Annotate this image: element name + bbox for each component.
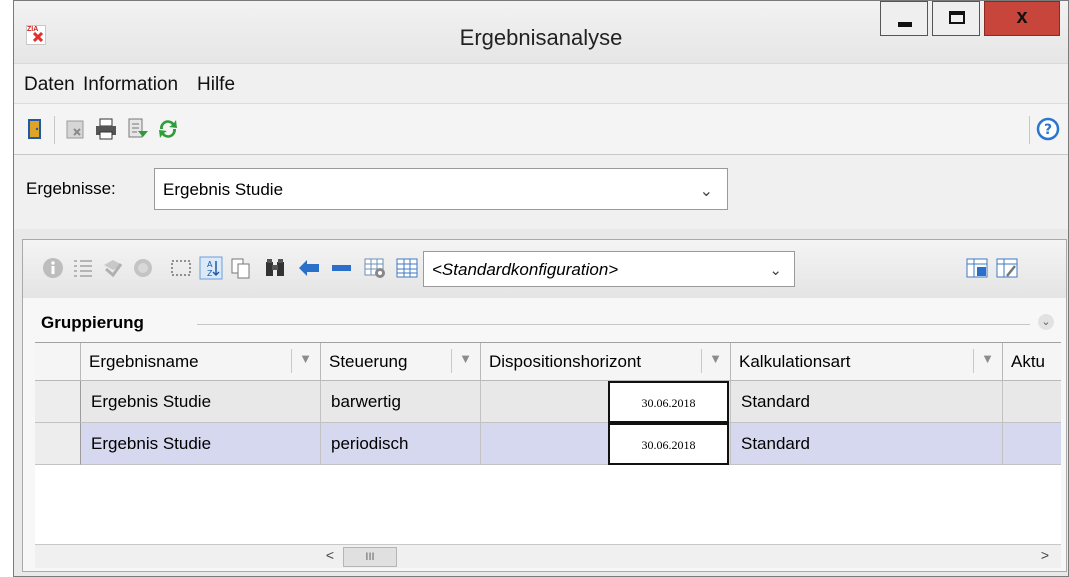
cell-kalkulationsart[interactable]: Standard <box>731 381 1003 423</box>
svg-text:Z: Z <box>207 269 213 278</box>
cell-dispositionshorizont[interactable]: 30.06.2018 <box>481 381 731 423</box>
cell-ergebnisname[interactable]: Ergebnis Studie <box>81 381 321 423</box>
main-toolbar: ? <box>14 103 1068 155</box>
binoculars-icon[interactable] <box>263 256 287 280</box>
table-empty-area <box>35 465 1061 545</box>
result-panel: AZ <Standardkonfiguration> ⌄ Gruppierung… <box>22 239 1067 572</box>
column-divider <box>291 349 292 373</box>
select-icon[interactable] <box>101 256 125 280</box>
svg-text:A: A <box>207 260 213 269</box>
cell-text: Standard <box>741 434 810 453</box>
ergebnisse-label: Ergebnisse: <box>26 179 116 198</box>
filter-row: Ergebnisse: Ergebnis Studie ⌄ <box>14 155 1068 229</box>
close-icon: x <box>1016 6 1028 28</box>
toolbar-separator <box>54 116 55 144</box>
close-button[interactable]: x <box>984 1 1060 36</box>
menu-hilfe[interactable]: Hilfe <box>197 74 235 96</box>
column-header-label: Aktu <box>1011 352 1046 371</box>
help-icon[interactable]: ? <box>1036 117 1060 141</box>
menu-bar: Daten Information Hilfe <box>14 63 1068 103</box>
cell-aktu[interactable] <box>1003 423 1061 465</box>
chevron-down-icon: ⌄ <box>699 183 713 200</box>
column-header-label: Steuerung <box>329 352 408 371</box>
date-value: 30.06.2018 <box>608 423 729 465</box>
configuration-select[interactable]: <Standardkonfiguration> ⌄ <box>423 251 795 287</box>
save-config-icon[interactable] <box>965 256 989 280</box>
column-header-ergebnisname[interactable]: Ergebnisname ▼ <box>81 343 321 381</box>
collapse-icon[interactable] <box>329 256 353 280</box>
cell-steuerung[interactable]: periodisch <box>321 423 481 465</box>
export-icon[interactable] <box>126 117 150 141</box>
maximize-button[interactable] <box>932 1 980 36</box>
ergebnisse-selected-value: Ergebnis Studie <box>163 180 284 199</box>
chevron-down-icon: ⌄ <box>769 262 782 279</box>
column-header-steuerung[interactable]: Steuerung ▼ <box>321 343 481 381</box>
scroll-thumb[interactable]: III <box>343 547 397 567</box>
column-header-dispositionshorizont[interactable]: Dispositionshorizont ▼ <box>481 343 731 381</box>
grouping-label: Gruppierung <box>41 313 144 332</box>
print-icon[interactable] <box>94 117 118 141</box>
configuration-selected-value: <Standardkonfiguration> <box>432 260 619 279</box>
cell-aktu[interactable] <box>1003 381 1061 423</box>
scroll-left-icon[interactable]: < <box>319 547 341 567</box>
dotted-selection-icon[interactable] <box>169 256 193 280</box>
column-divider <box>973 349 974 373</box>
column-header-aktu[interactable]: Aktu <box>1003 343 1061 381</box>
column-header-label: Dispositionshorizont <box>489 352 642 371</box>
cell-dispositionshorizont[interactable]: 30.06.2018 <box>481 423 731 465</box>
cell-kalkulationsart[interactable]: Standard <box>731 423 1003 465</box>
copy-icon[interactable] <box>229 256 253 280</box>
cell-text: barwertig <box>331 392 401 411</box>
row-selector[interactable] <box>35 423 81 465</box>
filter-dropdown-icon[interactable]: ▼ <box>709 351 722 366</box>
results-table: Ergebnisname ▼ Steuerung ▼ Dispositionsh… <box>35 342 1061 545</box>
exit-door-icon[interactable] <box>23 117 47 141</box>
svg-text:?: ? <box>1044 122 1052 138</box>
grouping-divider <box>197 324 1030 325</box>
toolbar-separator <box>1029 116 1030 144</box>
minimize-button[interactable] <box>880 1 928 36</box>
menu-daten[interactable]: Daten <box>24 74 75 96</box>
filter-dropdown-icon[interactable]: ▼ <box>981 351 994 366</box>
date-value: 30.06.2018 <box>608 381 729 423</box>
chevron-down-icon[interactable]: ⌄ <box>1038 314 1054 330</box>
cell-text: Ergebnis Studie <box>91 434 212 453</box>
filter-dropdown-icon[interactable]: ▼ <box>299 351 312 366</box>
cell-text: periodisch <box>331 434 409 453</box>
column-header-label: Ergebnisname <box>89 352 199 371</box>
row-header-corner <box>35 343 81 381</box>
sort-icon[interactable]: AZ <box>199 256 223 280</box>
edit-config-icon[interactable] <box>995 256 1019 280</box>
config-settings-icon[interactable] <box>363 256 387 280</box>
minimize-icon <box>898 22 912 27</box>
grid-toolbar: AZ <Standardkonfiguration> ⌄ <box>23 240 1066 298</box>
row-selector[interactable] <box>35 381 81 423</box>
scroll-right-icon[interactable]: > <box>1035 547 1055 567</box>
cell-text: Ergebnis Studie <box>91 392 212 411</box>
column-divider <box>451 349 452 373</box>
filter-dropdown-icon[interactable]: ▼ <box>459 351 472 366</box>
column-header-label: Kalkulationsart <box>739 352 851 371</box>
table-icon[interactable] <box>395 256 419 280</box>
column-divider <box>701 349 702 373</box>
horizontal-scrollbar[interactable]: < III > <box>35 544 1061 568</box>
cell-ergebnisname[interactable]: Ergebnis Studie <box>81 423 321 465</box>
info-icon[interactable] <box>41 256 65 280</box>
column-header-kalkulationsart[interactable]: Kalkulationsart ▼ <box>731 343 1003 381</box>
move-icon[interactable] <box>297 256 321 280</box>
table-row[interactable]: Ergebnis Studie barwertig 30.06.2018 Sta… <box>35 381 1061 423</box>
title-bar[interactable]: ZIA Ergebnisanalyse x <box>14 1 1068 63</box>
list-icon[interactable] <box>71 256 95 280</box>
maximize-icon <box>949 11 965 24</box>
cell-text: Standard <box>741 392 810 411</box>
cell-steuerung[interactable]: barwertig <box>321 381 481 423</box>
menu-information[interactable]: Information <box>83 74 178 96</box>
globe-icon[interactable] <box>131 256 155 280</box>
ergebnisse-select[interactable]: Ergebnis Studie ⌄ <box>154 168 728 210</box>
refresh-icon[interactable] <box>156 117 180 141</box>
table-row-selected[interactable]: Ergebnis Studie periodisch 30.06.2018 St… <box>35 423 1061 465</box>
delete-icon[interactable] <box>64 117 88 141</box>
grouping-bar: Gruppierung ⌄ <box>23 298 1066 342</box>
app-window: ZIA Ergebnisanalyse x Daten Information … <box>13 0 1069 577</box>
